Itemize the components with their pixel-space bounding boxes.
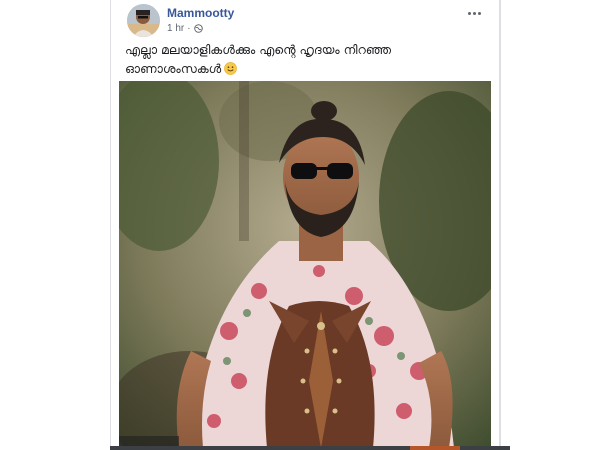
post-text: എല്ലാ മലയാളികൾക്കും എന്റെ ഹൃദയം നിറഞ്ഞ ഓ… (125, 40, 485, 78)
left-gutter (0, 0, 109, 450)
right-gutter (500, 0, 600, 450)
author-avatar[interactable] (127, 4, 160, 37)
post-message: എല്ലാ മലയാളികൾക്കും എന്റെ ഹൃദയം നിറഞ്ഞ ഓ… (125, 42, 391, 76)
more-options-icon[interactable] (463, 6, 485, 20)
author-name-link[interactable]: Mammootty (167, 6, 234, 20)
smiling-face-emoji (224, 61, 238, 75)
post-timestamp[interactable]: 1 hr (167, 23, 184, 34)
bottom-bar (110, 446, 510, 450)
man-on-horseback-photo[interactable] (119, 81, 491, 448)
post-header: Mammootty 1 hr · (127, 4, 487, 40)
bottom-bar-accent (410, 446, 460, 450)
post-meta: 1 hr · (167, 23, 203, 34)
meta-separator: · (187, 23, 191, 34)
globe-icon[interactable] (193, 24, 203, 33)
